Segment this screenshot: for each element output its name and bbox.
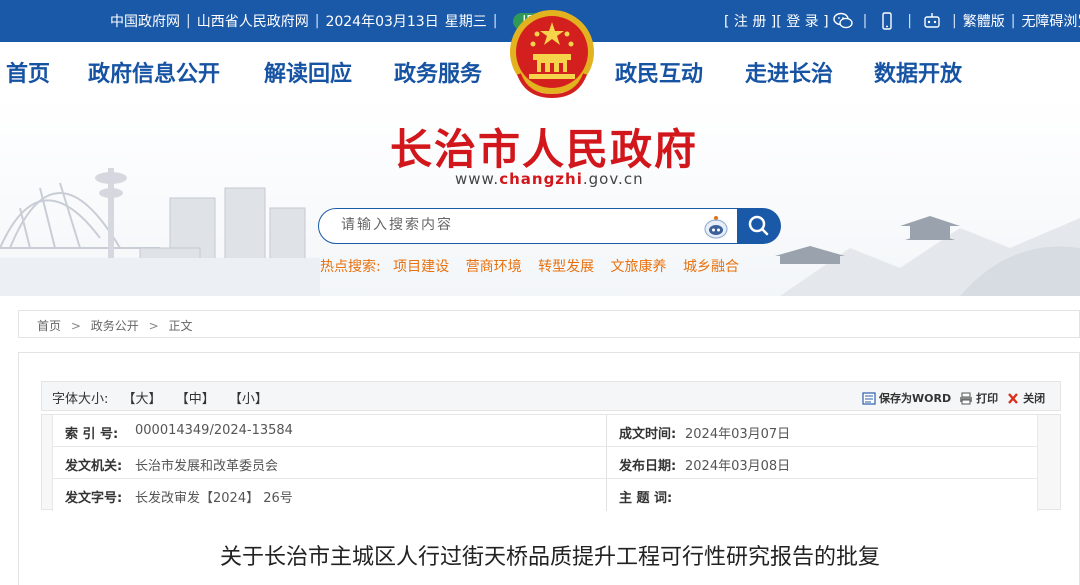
nav-item-interpretation[interactable]: 解读回应 xyxy=(264,56,352,88)
assistant-robot-icon[interactable] xyxy=(703,215,729,239)
search-input[interactable] xyxy=(341,217,681,233)
hot-search-item[interactable]: 项目建设 xyxy=(393,259,449,275)
wechat-icon[interactable] xyxy=(832,12,853,30)
word-document-icon xyxy=(862,391,876,405)
top-bar-left: 中国政府网 | 山西省人民政府网 | 2024年03月13日 星期三 | IPV… xyxy=(110,11,561,31)
divider: | xyxy=(186,13,191,29)
breadcrumb-current: 正文 xyxy=(168,319,193,333)
font-size-small[interactable]: 【小】 xyxy=(229,392,268,407)
metadata-row: 索 引 号: 000014349/2024-13584 成文时间: 2024年0… xyxy=(53,415,1037,447)
index-number-value: 000014349/2024-13584 xyxy=(135,423,293,438)
publish-date-value: 2024年03月08日 xyxy=(685,459,791,474)
save-word-label: 保存为WORD xyxy=(879,392,952,405)
accessibility-link[interactable]: 无障碍浏览 xyxy=(1021,11,1080,31)
nav-item-home[interactable]: 首页 xyxy=(6,56,50,88)
written-date-label: 成文时间: xyxy=(619,427,677,442)
divider: | xyxy=(314,13,320,29)
index-number-label: 索 引 号: xyxy=(65,427,119,442)
breadcrumb-gov-affairs[interactable]: 政务公开 xyxy=(91,319,139,333)
metadata-inner: 索 引 号: 000014349/2024-13584 成文时间: 2024年0… xyxy=(52,415,1038,511)
subject-terms-label: 主 题 词: xyxy=(619,491,673,506)
hot-search: 热点搜索: 项目建设 营商环境 转型发展 文旅康养 城乡融合 xyxy=(320,256,751,276)
nav-item-gov-services[interactable]: 政务服务 xyxy=(394,56,482,88)
font-size-large[interactable]: 【大】 xyxy=(123,392,162,407)
traditional-chinese-link[interactable]: 繁體版 xyxy=(963,11,1005,31)
metadata-row: 发文字号: 长发改审发【2024】 26号 主 题 词: xyxy=(53,479,1037,511)
divider: | xyxy=(952,13,957,29)
chevron-right-icon: > xyxy=(148,319,159,333)
save-word-button[interactable]: 保存为WORD xyxy=(862,390,951,406)
current-weekday: 星期三 xyxy=(444,14,487,30)
hot-search-label: 热点搜索: xyxy=(320,259,381,275)
hot-search-item[interactable]: 文旅康养 xyxy=(611,259,667,275)
divider: | xyxy=(492,13,498,29)
divider: | xyxy=(1010,13,1016,29)
chevron-right-icon: > xyxy=(70,319,81,333)
site-url: www.changzhi.gov.cn xyxy=(455,170,644,188)
font-size-control: 字体大小: 【大】 【中】 【小】 xyxy=(52,388,268,407)
article-actions: 保存为WORD 打印 关闭 xyxy=(862,390,1053,406)
hot-search-item[interactable]: 转型发展 xyxy=(538,259,594,275)
close-label: 关闭 xyxy=(1023,392,1046,405)
search-button[interactable] xyxy=(737,208,781,244)
header-banner: 长治市人民政府 www.changzhi.gov.cn 热点搜索: 项目建设 营… xyxy=(0,98,1080,296)
print-label: 打印 xyxy=(976,392,999,405)
article-panel: 字体大小: 【大】 【中】 【小】 保存为WORD 打印 关闭 索 引 号: 0… xyxy=(18,352,1080,585)
written-date-value: 2024年03月07日 xyxy=(685,427,791,442)
metadata-row: 发文机关: 长治市发展和改革委员会 发布日期: 2024年03月08日 xyxy=(53,447,1037,479)
close-button[interactable]: 关闭 xyxy=(1006,390,1045,406)
current-date: 2024年03月13日 xyxy=(325,14,439,30)
document-number-value: 长发改审发【2024】 26号 xyxy=(135,491,293,506)
nav-item-about-changzhi[interactable]: 走进长治 xyxy=(745,56,833,88)
search-box xyxy=(318,208,738,244)
hot-search-item[interactable]: 营商环境 xyxy=(466,259,522,275)
breadcrumb-home[interactable]: 首页 xyxy=(37,319,61,333)
issuing-authority-label: 发文机关: xyxy=(65,459,123,474)
divider: | xyxy=(862,13,868,29)
page: 中国政府网 | 山西省人民政府网 | 2024年03月13日 星期三 | IPV… xyxy=(0,0,1080,585)
article-toolbar: 字体大小: 【大】 【中】 【小】 保存为WORD 打印 关闭 xyxy=(41,381,1061,411)
divider: | xyxy=(907,13,912,29)
printer-icon xyxy=(960,392,973,404)
document-number-label: 发文字号: xyxy=(65,491,123,506)
robot-icon[interactable] xyxy=(922,12,942,30)
font-size-label: 字体大小: xyxy=(52,392,109,407)
link-shanxi-gov[interactable]: 山西省人民政府网 xyxy=(197,11,309,31)
issuing-authority-value: 长治市发展和改革委员会 xyxy=(135,459,279,474)
breadcrumb: 首页 > 政务公开 > 正文 xyxy=(18,310,1080,338)
search-icon xyxy=(748,215,769,236)
nav-item-interaction[interactable]: 政民互动 xyxy=(615,56,703,88)
register-link[interactable]: [ 注 册 ] xyxy=(724,11,776,31)
national-emblem-icon xyxy=(510,10,594,99)
nav-item-open-data[interactable]: 数据开放 xyxy=(874,56,962,88)
site-title: 长治市人民政府 xyxy=(390,125,699,174)
login-link[interactable]: [ 登 录 ] xyxy=(776,11,828,31)
hot-search-item[interactable]: 城乡融合 xyxy=(683,259,739,275)
site-url-highlight: changzhi xyxy=(499,170,583,188)
link-gov-cn[interactable]: 中国政府网 xyxy=(110,11,180,31)
publish-date-label: 发布日期: xyxy=(619,459,677,474)
document-title: 关于长治市主城区人行过街天桥品质提升工程可行性研究报告的批复 xyxy=(219,545,880,570)
top-bar-right: [ 注 册 ] [ 登 录 ] | | | 繁體版 | 无障碍浏览 xyxy=(724,11,1080,31)
site-url-suffix: .gov.cn xyxy=(582,170,644,188)
document-metadata: 索 引 号: 000014349/2024-13584 成文时间: 2024年0… xyxy=(41,414,1061,511)
print-button[interactable]: 打印 xyxy=(959,390,998,406)
font-size-medium[interactable]: 【中】 xyxy=(176,392,215,407)
site-url-prefix: www. xyxy=(455,170,500,188)
nav-item-info-disclosure[interactable]: 政府信息公开 xyxy=(88,56,220,88)
close-icon xyxy=(1008,392,1018,404)
mobile-icon[interactable] xyxy=(877,12,897,30)
